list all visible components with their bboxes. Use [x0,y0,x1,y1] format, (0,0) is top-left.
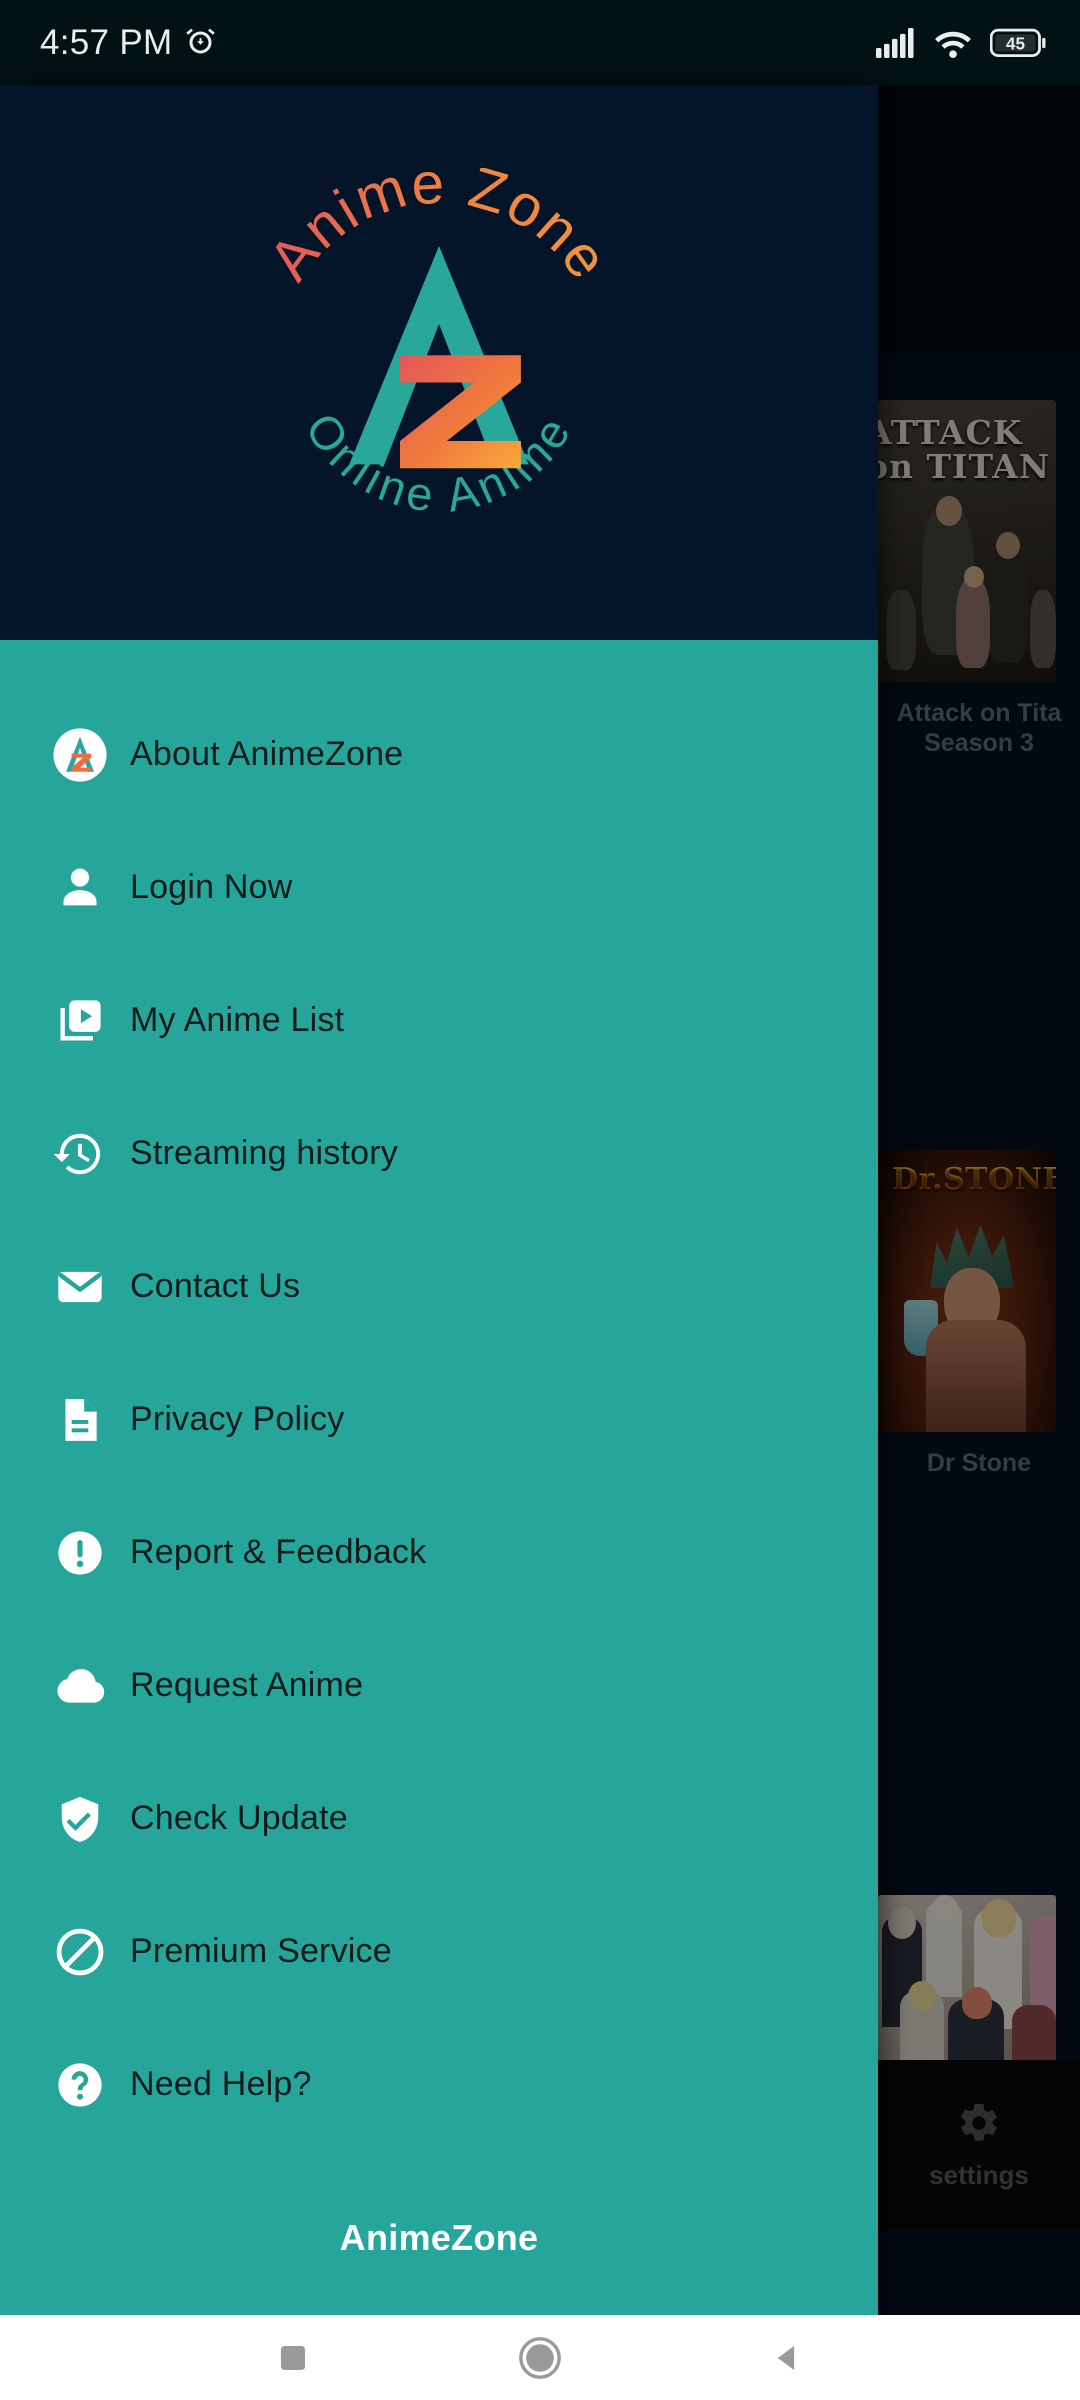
food-wars-poster [878,1895,1056,2087]
background-card-food-wars[interactable] [878,1895,1080,2087]
poster-title: Dr.STONE [892,1162,1056,1197]
android-navigation-bar [0,2315,1080,2400]
navigation-drawer: Anime Zone Online Anime About AnimeZone … [0,85,878,2315]
drawer-footer: AnimeZone [0,2183,878,2315]
animezone-logo-icon [38,727,122,783]
cloud-icon [38,1658,122,1714]
drawer-footer-brand: AnimeZone [339,2217,539,2258]
recents-button[interactable] [248,2315,338,2400]
menu-item-label: Privacy Policy [130,1400,345,1438]
menu-item-label: Premium Service [130,1932,392,1970]
battery-level: 45 [1006,33,1026,53]
menu-item-label: Streaming history [130,1134,398,1172]
animezone-logo: Anime Zone Online Anime [244,150,634,558]
block-circle-icon [38,1925,122,1979]
background-card-title: Dr Stone [926,1449,1032,1477]
menu-item-label: Check Update [130,1799,348,1837]
menu-item-privacy-policy[interactable]: Privacy Policy [0,1353,878,1486]
history-icon [38,1127,122,1181]
menu-item-streaming-history[interactable]: Streaming history [0,1087,878,1220]
menu-item-need-help[interactable]: Need Help? [0,2018,878,2151]
drawer-header: Anime Zone Online Anime [0,85,878,640]
background-settings-button[interactable]: settings [878,2060,1080,2230]
menu-item-label: Need Help? [130,2065,312,2103]
background-card-attack-on-titan[interactable]: ATTACK on TITAN Attack on Tita Season 3 [878,400,1080,760]
menu-item-label: My Anime List [130,1001,345,1039]
shield-check-icon [38,1793,122,1845]
alarm-clock-icon [186,28,216,54]
menu-item-login-now[interactable]: Login Now [0,821,878,954]
question-circle-icon [38,2059,122,2111]
background-top-block [878,85,1080,353]
document-icon [38,1395,122,1445]
gear-icon [961,2103,997,2141]
menu-item-my-anime-list[interactable]: My Anime List [0,954,878,1087]
envelope-icon [38,1261,122,1313]
poster-title-line1: ATTACK [878,413,1023,452]
home-circle-icon [519,2336,561,2379]
background-card-dr-stone[interactable]: Dr.STONE Dr Stone [878,1150,1080,1480]
menu-item-about-animezone[interactable]: About AnimeZone [0,688,878,821]
menu-item-report-feedback[interactable]: Report & Feedback [0,1486,878,1619]
drawer-menu-list: About AnimeZone Login Now My Anime List … [0,640,878,2183]
status-bar: 4:57 PM 45 [0,0,1080,85]
home-button[interactable] [495,2315,585,2400]
menu-item-label: Contact Us [130,1267,301,1305]
background-card-subtitle: Season 3 [924,729,1034,757]
menu-item-label: About AnimeZone [130,735,404,773]
menu-item-label: Login Now [130,868,293,906]
settings-label: settings [929,2159,1029,2190]
menu-item-label: Report & Feedback [130,1533,427,1571]
back-triangle-icon [777,2345,794,2370]
recents-square-icon [281,2345,306,2370]
menu-item-contact-us[interactable]: Contact Us [0,1220,878,1353]
back-button[interactable] [742,2315,832,2400]
cellular-signal-icon [876,27,914,58]
status-bar-clock: 4:57 PM [40,22,173,62]
person-icon [38,862,122,914]
poster-title-line2: on TITAN [878,447,1051,486]
video-library-icon [38,995,122,1047]
menu-item-check-update[interactable]: Check Update [0,1752,878,1885]
wifi-icon [935,31,971,58]
exclamation-circle-icon [38,1527,122,1579]
attack-on-titan-poster: ATTACK on TITAN [878,400,1056,682]
menu-item-label: Request Anime [130,1666,364,1704]
dr-stone-poster: Dr.STONE [878,1150,1056,1432]
battery-icon: 45 [990,28,1046,57]
menu-item-request-anime[interactable]: Request Anime [0,1619,878,1752]
background-card-title: Attack on Tita [896,699,1062,727]
menu-item-premium-service[interactable]: Premium Service [0,1885,878,2018]
